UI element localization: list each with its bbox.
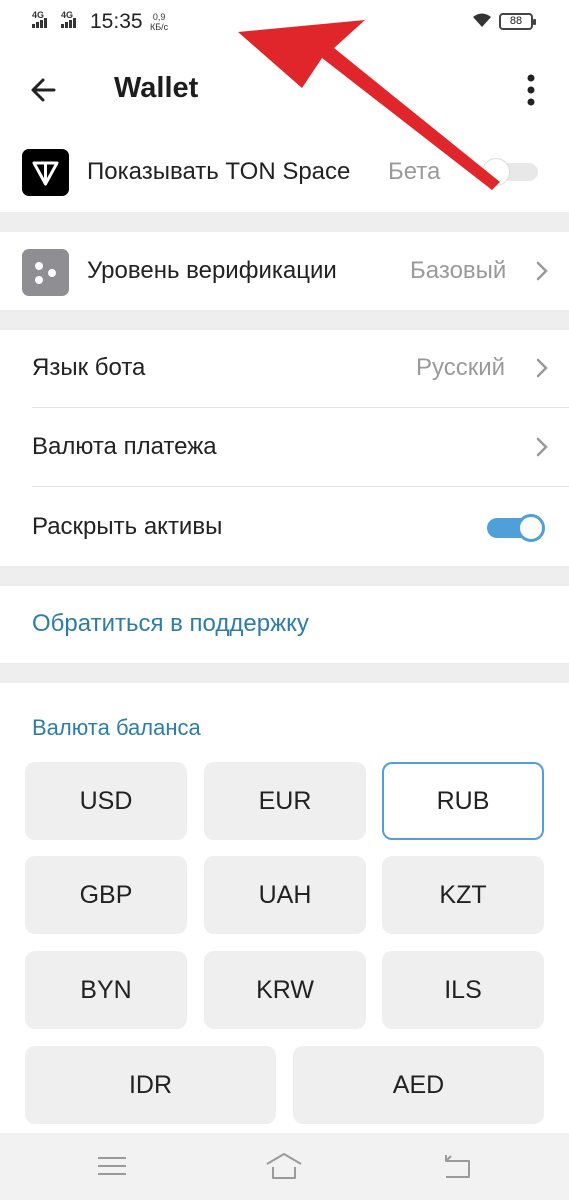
dice-icon	[22, 249, 69, 296]
reveal-assets-toggle[interactable]	[487, 514, 545, 542]
home-icon[interactable]	[264, 1150, 304, 1182]
verification-label: Уровень верификации	[87, 257, 337, 284]
bot-language-label: Язык бота	[32, 354, 146, 381]
verification-row[interactable]: Уровень верификации Базовый	[0, 232, 569, 310]
ton-space-beta-badge: Бета	[388, 158, 441, 185]
chevron-right-icon	[536, 437, 548, 457]
settings-group: Язык бота Русский Валюта платежа Раскрыт…	[0, 330, 569, 566]
support-link[interactable]: Обратиться в поддержку	[32, 610, 309, 638]
arrow-left-icon[interactable]	[22, 68, 66, 112]
toggle-knob	[482, 158, 510, 186]
section-divider	[0, 212, 569, 232]
chevron-right-icon	[536, 358, 548, 378]
bot-language-row[interactable]: Язык бота Русский	[0, 330, 569, 408]
payment-currency-label: Валюта платежа	[32, 433, 217, 460]
status-bar: 4G 4G 15:35 0,9 КБ/с 88	[0, 0, 569, 44]
ton-space-row[interactable]: Показывать TON Space Бета	[0, 132, 569, 212]
currency-option-ils[interactable]: ILS	[382, 951, 544, 1029]
currency-option-gbp[interactable]: GBP	[25, 856, 187, 934]
ton-logo-icon	[22, 149, 69, 196]
currency-option-krw[interactable]: KRW	[204, 951, 366, 1029]
back-nav-icon[interactable]	[437, 1150, 477, 1182]
currency-option-aed[interactable]: AED	[293, 1046, 544, 1124]
network-speed-value: 0,9	[152, 12, 166, 22]
ton-space-toggle[interactable]	[482, 158, 540, 186]
wifi-icon	[473, 13, 491, 27]
currency-option-usd[interactable]: USD	[25, 762, 187, 840]
support-row[interactable]: Обратиться в поддержку	[0, 586, 569, 663]
reveal-assets-label: Раскрыть активы	[32, 513, 223, 540]
section-divider	[0, 310, 569, 330]
page-title: Wallet	[114, 72, 199, 104]
toggle-knob	[517, 514, 545, 542]
currency-option-rub[interactable]: RUB	[382, 762, 544, 840]
currency-option-idr[interactable]: IDR	[25, 1046, 276, 1124]
currency-option-uah[interactable]: UAH	[204, 856, 366, 934]
signal-bars-icon	[32, 18, 47, 28]
currency-option-kzt[interactable]: KZT	[382, 856, 544, 934]
ton-space-label: Показывать TON Space	[87, 158, 351, 185]
more-vertical-icon[interactable]	[516, 70, 546, 110]
section-divider	[0, 663, 569, 683]
battery-indicator: 88	[499, 13, 536, 30]
app-bar: Wallet	[0, 44, 569, 132]
section-divider	[0, 566, 569, 586]
verification-value: Базовый	[410, 257, 507, 284]
status-time: 15:35	[90, 10, 143, 33]
currency-option-eur[interactable]: EUR	[204, 762, 366, 840]
menu-icon[interactable]	[92, 1150, 132, 1182]
balance-currency-title: Валюта баланса	[32, 715, 201, 740]
system-nav-bar	[0, 1133, 569, 1200]
network-speed-unit: КБ/с	[150, 22, 169, 32]
bot-language-value: Русский	[416, 354, 506, 381]
chevron-right-icon	[536, 261, 548, 281]
network-speed: 0,9 КБ/с	[150, 12, 168, 32]
payment-currency-row[interactable]: Валюта платежа	[0, 408, 569, 487]
reveal-assets-row[interactable]: Раскрыть активы	[0, 487, 569, 566]
currency-option-byn[interactable]: BYN	[25, 951, 187, 1029]
signal-bars-icon	[61, 18, 76, 28]
